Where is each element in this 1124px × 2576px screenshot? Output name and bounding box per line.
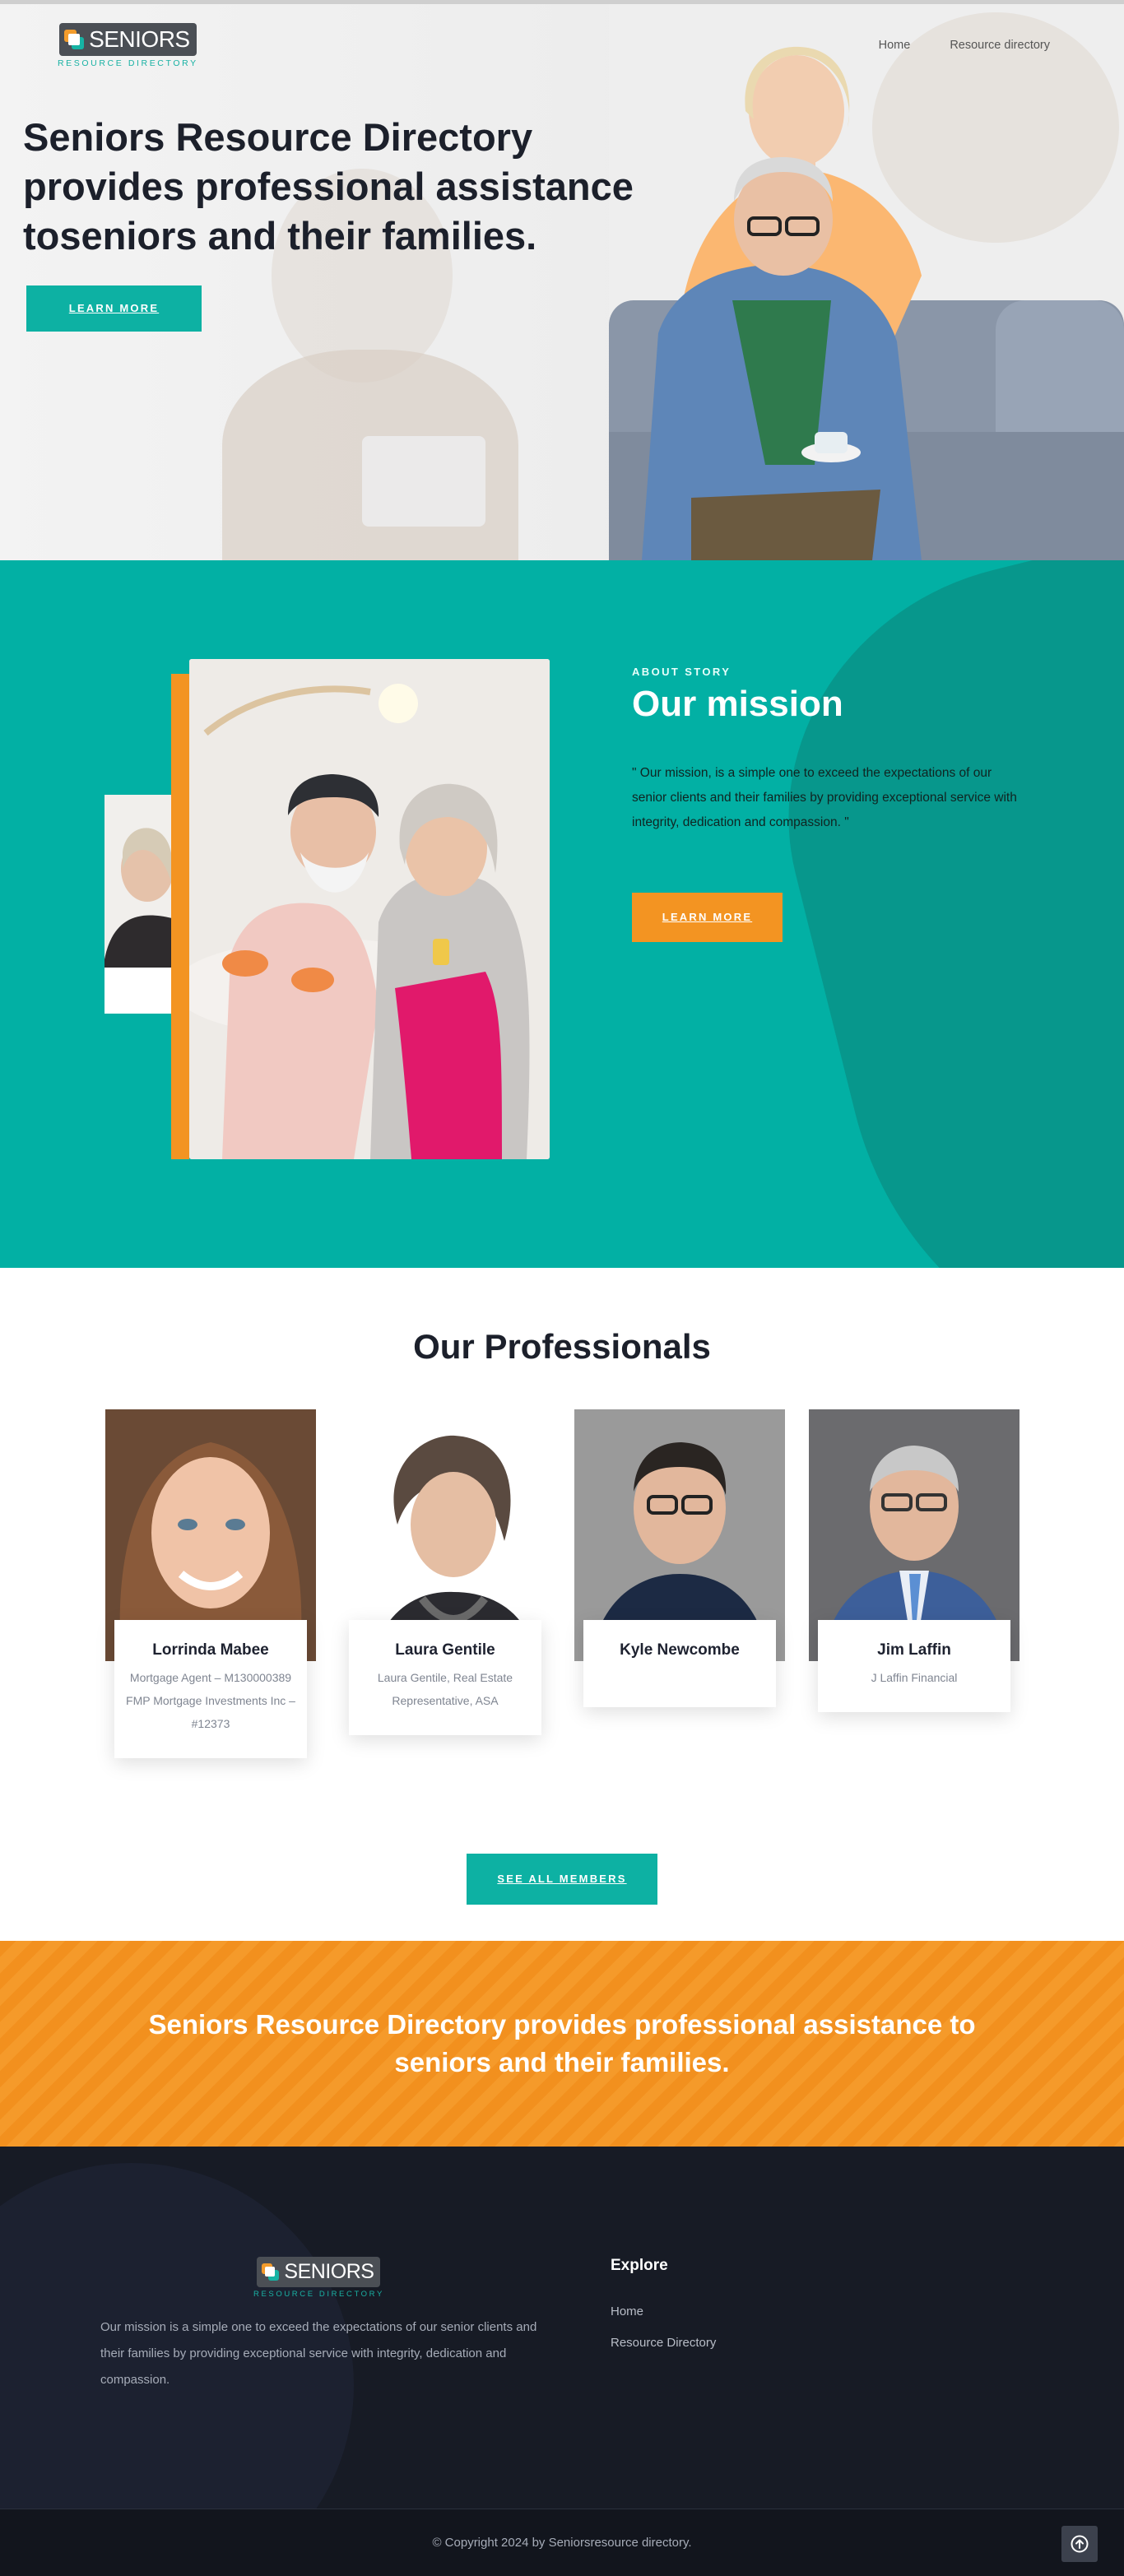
professionals-section: Our Professionals Lorrinda Mabee Mortgag… [0,1268,1124,1941]
professional-card[interactable]: Kyle Newcombe [574,1409,785,1707]
footer-logo-tagline: RESOURCE DIRECTORY [253,2290,384,2299]
footer-logo[interactable]: SENIORS RESOURCE DIRECTORY [253,2257,384,2299]
hero-learn-more-button[interactable]: LEARN MORE [26,285,202,332]
hero-title: Seniors Resource Directory provides prof… [23,115,634,258]
copyright-bar: © Copyright 2024 by Seniorsresource dire… [0,2509,1124,2576]
professional-info: Kyle Newcombe [583,1620,776,1707]
footer-link-home[interactable]: Home [611,2296,716,2328]
mission-learn-more-button[interactable]: LEARN MORE [632,893,783,942]
hero-section: SENIORS RESOURCE DIRECTORY Home Resource… [0,4,1124,560]
tagline-text: Seniors Resource Directory provides prof… [148,2009,976,2077]
logo-tagline: RESOURCE DIRECTORY [58,58,198,68]
arrow-up-circle-icon [1071,2535,1089,2553]
professional-info: Jim Laffin J Laffin Financial [818,1620,1010,1712]
professional-card[interactable]: Laura Gentile Laura Gentile, Real Estate… [340,1409,550,1735]
logo-mark-icon [64,29,85,49]
professional-role: Laura Gentile, Real Estate Representativ… [377,1671,513,1707]
mission-background-shape [736,560,1124,1268]
mission-section: ABOUT STORY Our mission " Our mission, i… [0,560,1124,1268]
professional-name: Lorrinda Mabee [152,1641,269,1659]
hero-seniors-couple-image [609,4,1124,560]
professional-role: J Laffin Financial [871,1671,958,1684]
see-all-members-button[interactable]: SEE ALL MEMBERS [467,1854,657,1905]
tagline-banner: Seniors Resource Directory provides prof… [0,1941,1124,2147]
site-logo[interactable]: SENIORS RESOURCE DIRECTORY [58,22,198,68]
mission-title: Our mission [632,684,843,724]
scroll-to-top-button[interactable] [1061,2526,1098,2562]
mission-text: " Our mission, is a simple one to exceed… [632,766,1017,829]
footer-links: Home Resource Directory [611,2296,716,2359]
professional-role: Mortgage Agent – M130000389 FMP Mortgage… [126,1671,295,1730]
professionals-title: Our Professionals [413,1327,711,1366]
mission-eyebrow: ABOUT STORY [632,666,732,678]
main-menu: Home Resource directory [879,39,1050,52]
professional-name: Jim Laffin [877,1641,951,1659]
professional-card[interactable]: Jim Laffin J Laffin Financial [809,1409,1019,1712]
hero-background-laptop [362,436,485,527]
site-footer: SENIORS RESOURCE DIRECTORY Our mission i… [0,2147,1124,2509]
footer-logo-wordmark: SENIORS [284,2260,374,2283]
professional-name: Kyle Newcombe [620,1641,740,1659]
mission-main-photo [189,659,550,1159]
top-navigation: SENIORS RESOURCE DIRECTORY Home Resource… [58,21,1050,70]
nav-home-link[interactable]: Home [879,39,911,52]
professional-info: Laura Gentile Laura Gentile, Real Estate… [349,1620,541,1735]
professional-info: Lorrinda Mabee Mortgage Agent – M1300003… [114,1620,307,1758]
mission-secondary-photo [105,795,172,1014]
mission-photo-accent-bar [171,674,189,1159]
professional-card[interactable]: Lorrinda Mabee Mortgage Agent – M1300003… [105,1409,316,1758]
footer-link-resource-directory[interactable]: Resource Directory [611,2328,716,2359]
footer-explore-heading: Explore [611,2257,668,2274]
logo-mark-icon [262,2263,280,2281]
copyright-text: © Copyright 2024 by Seniorsresource dire… [432,2536,692,2550]
footer-about-text: Our mission is a simple one to exceed th… [100,2320,537,2387]
nav-resource-directory-link[interactable]: Resource directory [950,39,1050,52]
logo-wordmark: SENIORS [89,26,190,52]
professional-name: Laura Gentile [395,1641,495,1659]
